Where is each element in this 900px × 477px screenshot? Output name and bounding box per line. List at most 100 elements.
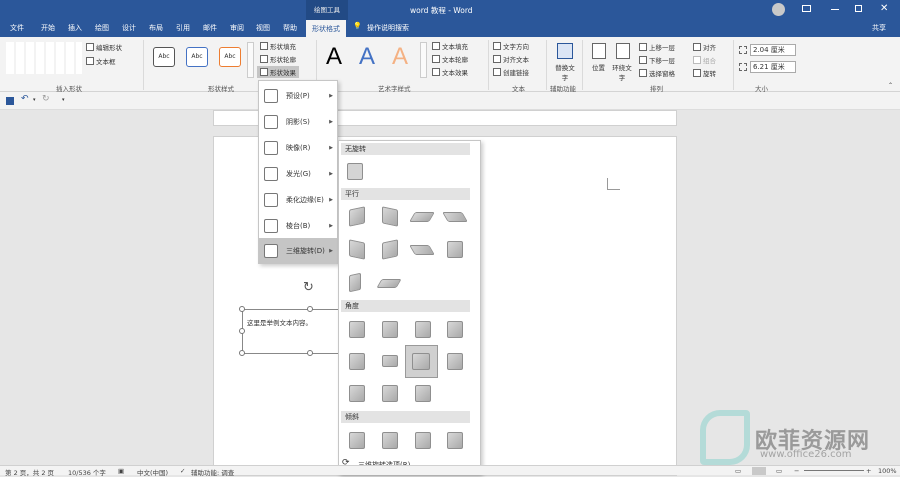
align-button[interactable]: 对齐 (693, 42, 716, 52)
rotation-handle-icon[interactable]: ↻ (303, 280, 314, 295)
zoom-out-icon[interactable]: − (794, 467, 799, 475)
shape-style-3[interactable]: Abc (219, 47, 241, 67)
word-count[interactable]: 10/536 个字 (68, 467, 106, 477)
rotation-perspective-option[interactable] (382, 355, 398, 367)
tab-layout[interactable]: 布局 (149, 23, 163, 33)
collapse-ribbon-icon[interactable]: ⌃ (888, 82, 893, 89)
position-button[interactable]: 位置 (592, 62, 605, 72)
tab-references[interactable]: 引用 (176, 23, 190, 33)
wrap-text-icon[interactable] (616, 43, 630, 59)
text-outline-button[interactable]: 文本轮廓 (432, 54, 468, 64)
focus-icon[interactable]: ▭ (735, 467, 741, 475)
send-backward-button[interactable]: 下移一层 (639, 55, 675, 65)
position-icon[interactable] (592, 43, 606, 59)
height-input[interactable]: 2.04 厘米 (750, 44, 796, 56)
tab-insert[interactable]: 插入 (68, 23, 82, 33)
text-box-button[interactable]: 文本框 (86, 56, 116, 66)
resize-handle[interactable] (239, 328, 245, 334)
wordart-gallery-scroll[interactable] (420, 42, 427, 78)
menu-item-preset[interactable]: 预设(P) ▶ (259, 83, 338, 109)
close-icon[interactable]: ✕ (880, 3, 888, 14)
text-box-content[interactable]: 这里是举例文本内容。 (247, 317, 312, 327)
rotation-none-option[interactable] (347, 163, 363, 180)
tab-review[interactable]: 审阅 (230, 23, 244, 33)
text-direction-button[interactable]: 文字方向 (493, 41, 529, 51)
tab-view[interactable]: 视图 (256, 23, 270, 33)
ribbon-display-icon[interactable] (802, 5, 811, 12)
text-effects-button[interactable]: 文本效果 (432, 67, 468, 77)
tab-file[interactable]: 文件 (10, 23, 24, 33)
rotation-perspective-option[interactable] (447, 321, 463, 338)
group-button[interactable]: 组合 (693, 55, 716, 65)
rotation-parallel-option[interactable] (349, 239, 365, 260)
rotation-parallel-option[interactable] (447, 241, 463, 258)
menu-item-glow[interactable]: 发光(G) ▶ (259, 161, 338, 187)
proofing-icon[interactable]: ▣ (118, 467, 124, 475)
menu-item-shadow[interactable]: 阴影(S) ▶ (259, 109, 338, 135)
tab-shape-format[interactable]: 形状格式 (306, 20, 346, 37)
rotate-button[interactable]: 旋转 (693, 68, 716, 78)
shape-style-2[interactable]: Abc (186, 47, 208, 67)
rotation-perspective-option[interactable] (415, 385, 431, 402)
edit-shape-button[interactable]: 编辑形状 (86, 42, 122, 52)
rotation-parallel-option[interactable] (349, 272, 361, 293)
wordart-style-blue[interactable]: A (359, 43, 375, 71)
zoom-level[interactable]: 100% (878, 467, 897, 475)
resize-handle[interactable] (239, 350, 245, 356)
menu-item-reflection[interactable]: 映像(R) ▶ (259, 135, 338, 161)
rotation-perspective-option[interactable] (412, 353, 430, 370)
rotation-parallel-option[interactable] (409, 245, 435, 255)
rotation-perspective-option[interactable] (382, 385, 398, 402)
menu-item-soft-edges[interactable]: 柔化边缘(E) ▶ (259, 187, 338, 213)
tab-home[interactable]: 开始 (41, 23, 55, 33)
save-icon[interactable] (6, 97, 14, 105)
create-link-button[interactable]: 创建链接 (493, 67, 529, 77)
accessibility-icon[interactable]: ✓ (180, 467, 185, 475)
align-text-button[interactable]: 对齐文本 (493, 54, 529, 64)
resize-handle[interactable] (239, 306, 245, 312)
menu-item-bevel[interactable]: 棱台(B) ▶ (259, 213, 338, 239)
rotation-parallel-option[interactable] (382, 206, 398, 227)
wordart-style-black[interactable]: A (326, 43, 342, 71)
rotation-perspective-option[interactable] (447, 353, 463, 370)
avatar[interactable] (772, 3, 785, 16)
selection-pane-button[interactable]: 选择窗格 (639, 68, 675, 78)
wrap-text-button[interactable]: 环绕文字 (612, 62, 632, 82)
restore-icon[interactable] (855, 5, 862, 12)
wordart-style-orange[interactable]: A (392, 43, 408, 71)
shape-style-1[interactable]: Abc (153, 47, 175, 67)
shape-outline-button[interactable]: 形状轮廓 (260, 54, 296, 64)
width-input[interactable]: 6.21 厘米 (750, 61, 796, 73)
rotation-perspective-option[interactable] (415, 321, 431, 338)
rotation-parallel-option[interactable] (349, 206, 365, 227)
menu-item-3d-rotation[interactable]: 三维旋转(D) ▶ (259, 238, 338, 264)
print-layout-icon[interactable] (752, 467, 766, 475)
rotation-parallel-option[interactable] (376, 279, 402, 288)
language-indicator[interactable]: 中文(中国) (137, 467, 168, 477)
minimize-icon[interactable] (831, 9, 839, 10)
accessibility-status[interactable]: 辅助功能: 调查 (191, 467, 234, 477)
text-fill-button[interactable]: 文本填充 (432, 41, 468, 51)
zoom-slider[interactable] (804, 470, 864, 471)
rotation-perspective-option[interactable] (382, 321, 398, 338)
text-box-shape[interactable] (242, 309, 342, 354)
undo-dropdown-icon[interactable]: ▾ (33, 97, 36, 103)
rotation-perspective-option[interactable] (349, 321, 365, 338)
redo-icon[interactable]: ↻ (42, 94, 50, 104)
web-layout-icon[interactable]: ▭ (776, 467, 782, 475)
tab-draw[interactable]: 绘图 (95, 23, 109, 33)
rotation-parallel-option[interactable] (409, 212, 435, 222)
shape-gallery[interactable] (6, 42, 82, 74)
customize-qat-icon[interactable]: ▾ (62, 97, 65, 103)
tab-mailings[interactable]: 邮件 (203, 23, 217, 33)
zoom-in-icon[interactable]: + (866, 467, 871, 475)
alt-text-button[interactable]: 替换文字 (555, 62, 575, 82)
rotation-parallel-option[interactable] (382, 239, 398, 260)
shape-effects-button[interactable]: 形状效果 (257, 66, 299, 78)
rotation-oblique-option[interactable] (447, 432, 463, 449)
resize-handle[interactable] (307, 350, 313, 356)
resize-handle[interactable] (307, 306, 313, 312)
tell-me-search[interactable]: 操作说明搜索 (367, 23, 409, 33)
rotation-oblique-option[interactable] (382, 432, 398, 449)
rotation-parallel-option[interactable] (442, 212, 468, 222)
